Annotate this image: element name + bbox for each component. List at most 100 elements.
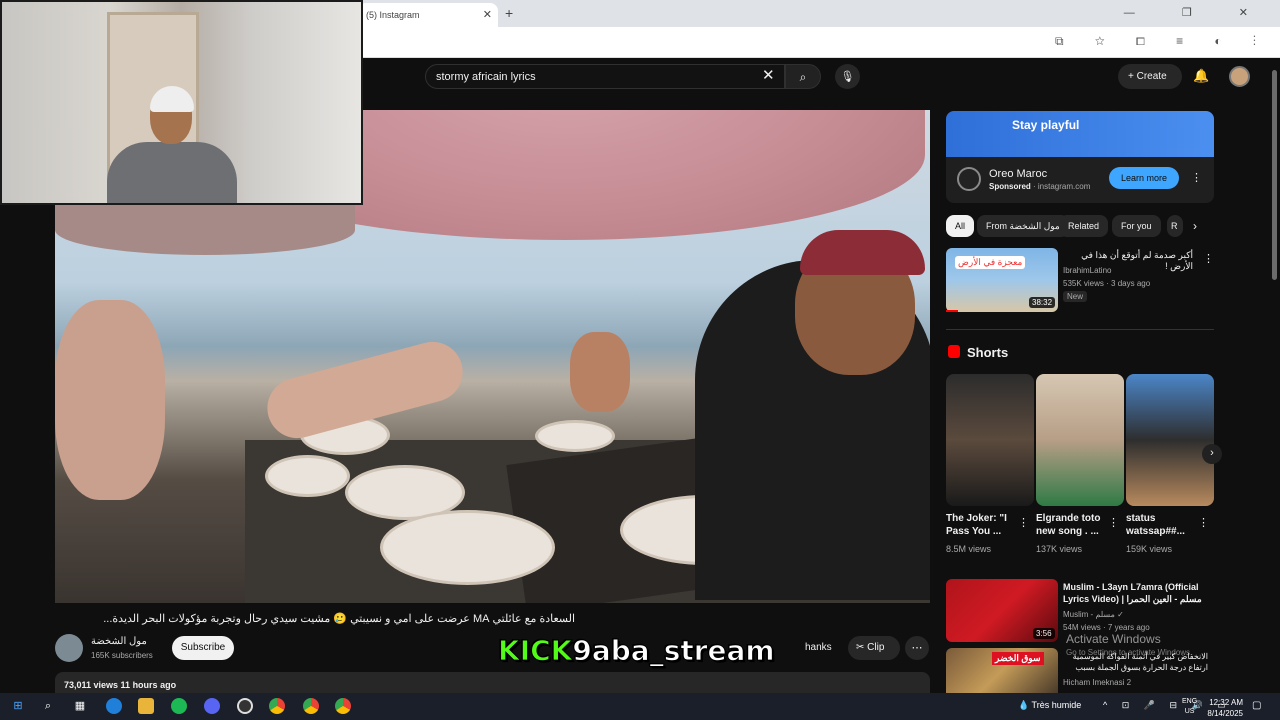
video-frame-girl bbox=[55, 300, 165, 500]
new-tab-button[interactable]: + bbox=[505, 5, 513, 21]
short-views: 8.5M views bbox=[946, 544, 992, 554]
divider bbox=[946, 329, 1214, 330]
channel-subscribers: 165K subscribers bbox=[91, 651, 153, 660]
webcam-person bbox=[107, 142, 237, 203]
short-thumbnail-status[interactable] bbox=[1126, 374, 1214, 506]
video-frame-plate bbox=[265, 455, 350, 497]
video-frame-child bbox=[570, 332, 630, 412]
clip-button[interactable]: ✂ Clip bbox=[848, 636, 900, 660]
ad-sponsored-label: Sponsored · instagram.com bbox=[989, 182, 1090, 191]
mic-icon[interactable]: 🎙 bbox=[835, 64, 860, 89]
thumbnail-text: سوق الخضر bbox=[992, 652, 1044, 665]
weather-widget[interactable]: 💧 Très humide bbox=[1018, 700, 1081, 711]
recommended-channel[interactable]: IbrahimLatino bbox=[1063, 266, 1111, 275]
task-view-icon[interactable]: ▦ bbox=[72, 698, 88, 714]
clock-date: 8/14/2025 bbox=[1207, 709, 1243, 718]
short-views: 159K views bbox=[1126, 544, 1173, 554]
chip-from-channel[interactable]: From مول الشخضة bbox=[977, 215, 1069, 237]
short-views: 137K views bbox=[1036, 544, 1083, 554]
activate-windows-watermark: Activate Windows bbox=[1066, 632, 1161, 646]
video-frame-plate bbox=[535, 420, 615, 452]
thanks-button[interactable]: hanks bbox=[805, 642, 832, 653]
watch-progress bbox=[946, 310, 958, 312]
window-controls[interactable]: — ❐ ✕ bbox=[1124, 6, 1270, 19]
edge-icon[interactable] bbox=[106, 698, 122, 714]
spotify-icon[interactable] bbox=[171, 698, 187, 714]
short-title[interactable]: status watssap##... bbox=[1126, 512, 1201, 538]
short-title[interactable]: The Joker: "I Pass You ... bbox=[946, 512, 1021, 538]
learn-more-button[interactable]: Learn more bbox=[1109, 167, 1179, 189]
search-button[interactable]: ⌕ bbox=[785, 64, 821, 89]
more-icon[interactable]: ⋮ bbox=[1203, 252, 1214, 265]
scrollbar[interactable] bbox=[1272, 70, 1277, 280]
more-actions-button[interactable]: ⋯ bbox=[905, 636, 929, 660]
ad-banner-text: Stay playful bbox=[1012, 118, 1080, 132]
advertiser-name: Oreo Maroc bbox=[989, 168, 1048, 180]
tab-title: (5) Instagram bbox=[366, 10, 420, 20]
toolbar-icons[interactable]: ⧉ ☆ ⧠ ≡ ◐ ⋮ bbox=[1055, 34, 1270, 49]
chip-related[interactable]: Related bbox=[1059, 215, 1109, 237]
bell-icon[interactable]: 🔔 bbox=[1193, 68, 1209, 84]
short-title[interactable]: Elgrande toto new song . ... bbox=[1036, 512, 1111, 538]
discord-icon[interactable] bbox=[204, 698, 220, 714]
create-button[interactable]: + Create bbox=[1118, 64, 1182, 89]
language-code: ENG bbox=[1182, 698, 1198, 705]
shorts-heading: Shorts bbox=[967, 345, 1009, 360]
windows-taskbar bbox=[0, 693, 1280, 720]
clock-time: 12:32 AM bbox=[1209, 698, 1243, 707]
thumbnail-text: معجزة في الأرض bbox=[955, 256, 1026, 269]
chevron-right-icon[interactable]: › bbox=[1202, 444, 1222, 464]
short-thumbnail-joker[interactable] bbox=[946, 374, 1034, 506]
video-frame-plate bbox=[380, 510, 555, 585]
more-icon[interactable]: ⋮ bbox=[1018, 516, 1029, 529]
chip-for-you[interactable]: For you bbox=[1112, 215, 1161, 237]
video-frame-man-cap bbox=[800, 230, 925, 275]
video-channel[interactable]: Muslim - مسلم ✓ bbox=[1063, 610, 1124, 619]
chip-all[interactable]: All bbox=[946, 215, 975, 237]
video-duration: 3:56 bbox=[1033, 628, 1055, 639]
chrome-icon[interactable] bbox=[335, 698, 351, 714]
system-clock[interactable]: 12:32 AM 8/14/2025 bbox=[1205, 697, 1243, 719]
more-icon[interactable]: ⋮ bbox=[1108, 516, 1119, 529]
webcam-overlay bbox=[0, 0, 363, 205]
ad-banner[interactable] bbox=[946, 111, 1214, 157]
video-channel[interactable]: Hicham Imeknasi 2 bbox=[1063, 678, 1131, 687]
chip-recent[interactable]: R bbox=[1167, 215, 1183, 237]
file-explorer-icon[interactable] bbox=[138, 698, 154, 714]
chevron-right-icon[interactable]: › bbox=[1193, 219, 1197, 233]
advertiser-logo bbox=[957, 167, 981, 191]
kick-logo-text: KICK bbox=[497, 634, 573, 668]
short-thumbnail-elgrande[interactable] bbox=[1036, 374, 1124, 506]
chrome-icon[interactable] bbox=[269, 698, 285, 714]
subscribe-button[interactable]: Subscribe bbox=[172, 636, 234, 660]
ad-more-icon[interactable]: ⋮ bbox=[1191, 171, 1202, 184]
ad-domain: · instagram.com bbox=[1030, 182, 1091, 191]
search-input[interactable]: stormy africain lyrics bbox=[425, 64, 785, 89]
more-icon[interactable]: ⋮ bbox=[1198, 516, 1209, 529]
channel-name[interactable]: مول الشخضة bbox=[91, 636, 147, 647]
views-and-date: 73,011 views 11 hours ago bbox=[64, 680, 177, 690]
obs-icon[interactable] bbox=[237, 698, 253, 714]
browser-tab-instagram[interactable]: (5) Instagram ✕ bbox=[358, 3, 498, 27]
video-title-muslim[interactable]: Muslim - L3ayn L7amra (Official Lyrics V… bbox=[1063, 581, 1203, 605]
video-frame-umbrella-2 bbox=[55, 205, 355, 255]
chrome-icon[interactable] bbox=[303, 698, 319, 714]
shorts-icon bbox=[948, 345, 960, 358]
close-icon[interactable]: ✕ bbox=[483, 8, 492, 21]
region-code: US bbox=[1184, 708, 1195, 715]
clear-search-icon[interactable]: ✕ bbox=[762, 66, 775, 84]
new-badge: New bbox=[1063, 291, 1088, 302]
activate-windows-subtext: Go to Settings to activate Windows. bbox=[1066, 648, 1193, 657]
recommended-meta: 535K views · 3 days ago bbox=[1063, 279, 1151, 288]
language-indicator[interactable]: ENG US bbox=[1182, 697, 1197, 717]
search-icon[interactable]: ⌕ bbox=[40, 698, 56, 714]
channel-avatar[interactable] bbox=[55, 634, 83, 662]
sponsored-label: Sponsored bbox=[989, 182, 1031, 191]
video-meta: 54M views · 7 years ago bbox=[1063, 623, 1150, 632]
video-duration: 38:32 bbox=[1029, 297, 1056, 308]
avatar[interactable] bbox=[1229, 66, 1250, 87]
notification-icon[interactable]: ▢ bbox=[1252, 700, 1261, 711]
stream-overlay-handle: KICK9aba_stream bbox=[497, 634, 806, 668]
video-title: السعادة مع عائلتي MA عرضت على امي و نسيب… bbox=[103, 613, 575, 625]
windows-start-icon[interactable]: ⊞ bbox=[10, 698, 26, 714]
